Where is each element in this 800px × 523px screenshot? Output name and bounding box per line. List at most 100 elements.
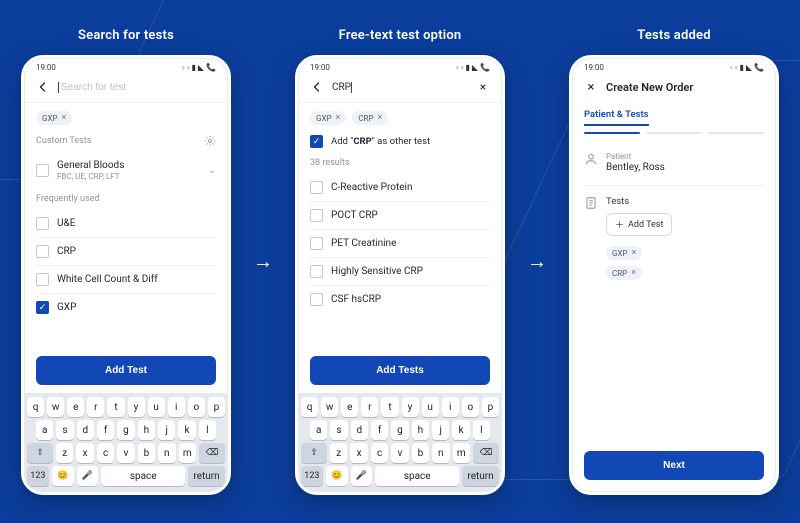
key-f[interactable]: f <box>97 420 114 440</box>
key-f[interactable]: f <box>371 420 388 440</box>
checkbox[interactable] <box>310 265 323 278</box>
key-x[interactable]: x <box>76 443 93 463</box>
key-v[interactable]: v <box>117 443 134 463</box>
chip-remove-icon[interactable]: × <box>62 113 67 123</box>
add-tests-button[interactable]: Add Tests <box>310 356 490 385</box>
search-input[interactable] <box>59 81 216 94</box>
key-y[interactable]: y <box>402 397 419 417</box>
keyboard[interactable]: qwertyuiop asdfghjkl ⇧ zxcvbnm ⌫ 123 😊 🎤… <box>24 393 228 492</box>
test-item-ue[interactable]: U&E <box>36 210 216 237</box>
chip-remove-icon[interactable]: × <box>336 113 341 123</box>
key-b[interactable]: b <box>138 443 155 463</box>
key-123[interactable]: 123 <box>27 466 49 486</box>
test-item-wcc[interactable]: White Cell Count & Diff <box>36 265 216 293</box>
key-q[interactable]: q <box>301 397 318 417</box>
key-b[interactable]: b <box>412 443 429 463</box>
key-o[interactable]: o <box>188 397 205 417</box>
chip-gxp[interactable]: GXP× <box>606 246 642 260</box>
key-t[interactable]: t <box>381 397 398 417</box>
key-w[interactable]: w <box>47 397 64 417</box>
key-l[interactable]: l <box>199 420 216 440</box>
key-p[interactable]: p <box>482 397 499 417</box>
key-space[interactable]: space <box>375 466 459 486</box>
key-r[interactable]: r <box>361 397 378 417</box>
gear-icon[interactable] <box>204 135 216 147</box>
key-g[interactable]: g <box>391 420 408 440</box>
key-backspace[interactable]: ⌫ <box>473 443 499 463</box>
checkbox-checked[interactable]: ✓ <box>36 301 49 314</box>
key-d[interactable]: d <box>77 420 94 440</box>
clear-icon[interactable]: × <box>476 80 490 94</box>
chip-crp[interactable]: CRP× <box>352 111 388 125</box>
key-a[interactable]: a <box>310 420 327 440</box>
key-i[interactable]: i <box>168 397 185 417</box>
chip-gxp[interactable]: GXP× <box>310 111 346 125</box>
checkbox[interactable] <box>310 293 323 306</box>
key-n[interactable]: n <box>158 443 175 463</box>
key-s[interactable]: s <box>56 420 73 440</box>
key-i[interactable]: i <box>442 397 459 417</box>
key-a[interactable]: a <box>36 420 53 440</box>
key-z[interactable]: z <box>330 443 347 463</box>
key-k[interactable]: k <box>452 420 469 440</box>
key-space[interactable]: space <box>101 466 185 486</box>
custom-test-item[interactable]: General Bloods FBC, UE, CRP, LFT ⌄ <box>36 153 216 188</box>
next-button[interactable]: Next <box>584 451 764 480</box>
tab-patient-tests[interactable]: Patient & Tests <box>584 109 649 126</box>
key-return[interactable]: return <box>462 466 499 486</box>
checkbox[interactable] <box>36 273 49 286</box>
key-emoji[interactable]: 😊 <box>326 466 348 486</box>
key-d[interactable]: d <box>351 420 368 440</box>
key-w[interactable]: w <box>321 397 338 417</box>
key-l[interactable]: l <box>473 420 490 440</box>
test-item-crp[interactable]: CRP <box>36 237 216 265</box>
key-h[interactable]: h <box>412 420 429 440</box>
test-item-gxp[interactable]: ✓GXP <box>36 293 216 321</box>
key-q[interactable]: q <box>27 397 44 417</box>
key-x[interactable]: x <box>350 443 367 463</box>
key-h[interactable]: h <box>138 420 155 440</box>
key-p[interactable]: p <box>208 397 225 417</box>
add-as-other-test[interactable]: ✓ Add "CRP" as other test <box>310 131 490 148</box>
key-m[interactable]: m <box>453 443 470 463</box>
key-shift[interactable]: ⇧ <box>27 443 53 463</box>
key-t[interactable]: t <box>107 397 124 417</box>
key-123[interactable]: 123 <box>301 466 323 486</box>
key-e[interactable]: e <box>67 397 84 417</box>
key-c[interactable]: c <box>371 443 388 463</box>
result-item[interactable]: Highly Sensitive CRP <box>310 257 490 285</box>
key-m[interactable]: m <box>179 443 196 463</box>
key-n[interactable]: n <box>432 443 449 463</box>
key-mic[interactable]: 🎤 <box>77 466 99 486</box>
chip-remove-icon[interactable]: × <box>378 113 383 123</box>
result-item[interactable]: POCT CRP <box>310 201 490 229</box>
key-g[interactable]: g <box>117 420 134 440</box>
checkbox[interactable] <box>36 164 49 177</box>
chip-remove-icon[interactable]: × <box>632 248 637 258</box>
key-s[interactable]: s <box>330 420 347 440</box>
key-z[interactable]: z <box>56 443 73 463</box>
result-item[interactable]: PET Creatinine <box>310 229 490 257</box>
key-j[interactable]: j <box>158 420 175 440</box>
result-item[interactable]: C-Reactive Protein <box>310 174 490 201</box>
key-mic[interactable]: 🎤 <box>351 466 373 486</box>
key-e[interactable]: e <box>341 397 358 417</box>
key-backspace[interactable]: ⌫ <box>199 443 225 463</box>
checkbox[interactable] <box>36 245 49 258</box>
close-icon[interactable]: × <box>584 80 598 94</box>
checkbox-checked[interactable]: ✓ <box>310 135 323 148</box>
back-arrow-icon[interactable] <box>310 80 324 94</box>
key-c[interactable]: c <box>97 443 114 463</box>
back-arrow-icon[interactable] <box>36 80 50 94</box>
chip-crp[interactable]: CRP× <box>606 266 642 280</box>
key-emoji[interactable]: 😊 <box>52 466 74 486</box>
search-input[interactable]: CRP <box>332 82 351 93</box>
key-o[interactable]: o <box>462 397 479 417</box>
key-shift[interactable]: ⇧ <box>301 443 327 463</box>
checkbox[interactable] <box>310 237 323 250</box>
add-test-button[interactable]: Add Test <box>36 356 216 385</box>
key-u[interactable]: u <box>148 397 165 417</box>
checkbox[interactable] <box>310 181 323 194</box>
chip-gxp[interactable]: GXP× <box>36 111 72 125</box>
key-j[interactable]: j <box>432 420 449 440</box>
